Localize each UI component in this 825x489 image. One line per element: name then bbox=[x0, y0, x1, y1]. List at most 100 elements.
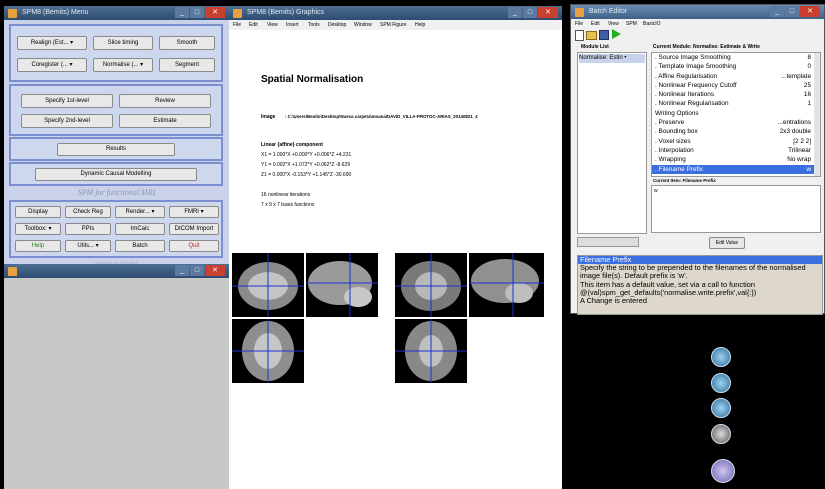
quit-button[interactable]: Quit bbox=[169, 240, 219, 252]
spm-menu-window: SPM8 (Bemits) Menu _ □ ✕ Realign (Est...… bbox=[4, 6, 229, 265]
edit-value-button[interactable]: Edit Value bbox=[709, 237, 745, 249]
titlebar[interactable]: SPM8 (Bemits) Graphics _ □ ✕ bbox=[229, 6, 562, 20]
minimize-icon[interactable]: _ bbox=[508, 7, 522, 18]
utils-dropdown[interactable]: Utils... ▾ bbox=[65, 240, 111, 252]
menu-edit[interactable]: Edit bbox=[591, 21, 600, 27]
results-button[interactable]: Results bbox=[57, 143, 175, 156]
template-coronal-view[interactable] bbox=[306, 253, 378, 317]
option-name: . Preserve bbox=[655, 119, 685, 127]
batch-button[interactable]: Batch bbox=[115, 240, 165, 252]
options-list[interactable]: . Source Image Smoothing 8. Template Imag… bbox=[651, 52, 821, 177]
segment-button[interactable]: Segment bbox=[159, 58, 215, 72]
dcm-button[interactable]: Dynamic Causal Modelling bbox=[35, 168, 197, 181]
maximize-icon[interactable]: □ bbox=[785, 6, 799, 17]
close-icon[interactable]: ✕ bbox=[205, 265, 225, 276]
run-icon[interactable] bbox=[612, 29, 621, 39]
titlebar[interactable]: _ □ ✕ bbox=[4, 264, 229, 278]
maximize-icon[interactable]: □ bbox=[523, 7, 537, 18]
menu-tools[interactable]: Tools bbox=[308, 22, 320, 28]
help-button[interactable]: Help bbox=[15, 240, 61, 252]
normalised-axial-view[interactable] bbox=[395, 319, 467, 383]
titlebar[interactable]: Batch Editor _ □ ✕ bbox=[571, 5, 824, 19]
dock-icon-2[interactable] bbox=[711, 373, 731, 393]
menu-file[interactable]: File bbox=[575, 21, 583, 27]
option-row[interactable]: Writing Options bbox=[652, 109, 820, 118]
close-icon[interactable]: ✕ bbox=[205, 7, 225, 18]
dicom-import-button[interactable]: DICOM Import bbox=[169, 223, 219, 235]
display-button[interactable]: Display bbox=[15, 206, 61, 218]
ppis-button[interactable]: PPIs bbox=[65, 223, 111, 235]
normalised-sagittal-view[interactable] bbox=[395, 253, 467, 317]
option-row[interactable]: . Voxel sizes [2 2 2] bbox=[652, 137, 820, 146]
menu-basicio[interactable]: BasicIO bbox=[643, 21, 661, 27]
template-sagittal-view[interactable] bbox=[232, 253, 304, 317]
minimize-icon[interactable]: _ bbox=[175, 7, 189, 18]
dock-icon-4[interactable] bbox=[711, 424, 731, 444]
menu-view[interactable]: View bbox=[267, 22, 278, 28]
new-file-icon[interactable] bbox=[575, 30, 584, 41]
option-row[interactable]: . Filename Prefix w bbox=[652, 164, 820, 174]
close-icon[interactable]: ✕ bbox=[800, 6, 820, 17]
check-reg-button[interactable]: Check Reg bbox=[65, 206, 111, 218]
review-button[interactable]: Review bbox=[119, 94, 211, 108]
brain-image bbox=[469, 253, 544, 317]
menu-view[interactable]: View bbox=[608, 21, 619, 27]
option-row[interactable]: . Nonlinear Frequency Cutoff 25 bbox=[652, 81, 820, 90]
image-path: : C:\Users\Benito\Desktop\Nueva carpeta\… bbox=[285, 114, 478, 119]
menu-desktop[interactable]: Desktop bbox=[328, 22, 346, 28]
open-folder-icon[interactable] bbox=[586, 31, 597, 40]
realign-dropdown[interactable]: Realign (Est... ▾ bbox=[17, 36, 87, 50]
coregister-dropdown[interactable]: Coregister (... ▾ bbox=[17, 58, 87, 72]
minimize-icon[interactable]: _ bbox=[175, 265, 189, 276]
dcm-panel: Dynamic Causal Modelling bbox=[9, 162, 223, 186]
maximize-icon[interactable]: □ bbox=[190, 7, 204, 18]
menu-help[interactable]: Help bbox=[415, 22, 425, 28]
menu-file[interactable]: File bbox=[233, 22, 241, 28]
option-row[interactable]: . Nonlinear Iterations 16 bbox=[652, 90, 820, 99]
module-list-header: Module List bbox=[581, 44, 609, 50]
option-name: . Template Image Smoothing bbox=[655, 63, 737, 71]
menu-spm-figure[interactable]: SPM Figure bbox=[380, 22, 406, 28]
render-dropdown[interactable]: Render... ▾ bbox=[115, 206, 165, 218]
image-label: Image bbox=[261, 114, 276, 120]
maximize-icon[interactable]: □ bbox=[190, 265, 204, 276]
current-item-box[interactable]: w bbox=[651, 185, 821, 233]
scrollbar[interactable] bbox=[814, 53, 820, 176]
imcalc-button[interactable]: ImCalc bbox=[115, 223, 165, 235]
smooth-button[interactable]: Smooth bbox=[159, 36, 215, 50]
option-row[interactable]: . Nonlinear Regularisation 1 bbox=[652, 99, 820, 108]
option-row[interactable]: . Template Image Smoothing 0 bbox=[652, 62, 820, 71]
menu-window[interactable]: Window bbox=[354, 22, 372, 28]
save-icon[interactable] bbox=[599, 30, 609, 40]
module-list-item[interactable]: Normalise: Estin • bbox=[579, 54, 645, 63]
close-icon[interactable]: ✕ bbox=[538, 7, 558, 18]
dock-icon-1[interactable] bbox=[711, 347, 731, 367]
slice-timing-button[interactable]: Slice timing bbox=[93, 36, 153, 50]
iterations-text: 16 nonlinear iterations bbox=[261, 192, 311, 198]
menu-spm[interactable]: SPM bbox=[626, 21, 637, 27]
fmri-dropdown[interactable]: FMRI ▾ bbox=[169, 206, 219, 218]
horizontal-scrollbar[interactable] bbox=[577, 237, 639, 247]
specify-1st-level-button[interactable]: Specify 1st-level bbox=[21, 94, 113, 108]
titlebar[interactable]: SPM8 (Bemits) Menu _ □ ✕ bbox=[4, 6, 229, 20]
dock-icon-3[interactable] bbox=[711, 398, 731, 418]
normalised-coronal-view[interactable] bbox=[469, 253, 544, 317]
dock-icon-5[interactable] bbox=[711, 459, 735, 483]
minimize-icon[interactable]: _ bbox=[770, 6, 784, 17]
specify-2nd-level-button[interactable]: Specify 2nd-level bbox=[21, 114, 113, 128]
normalise-dropdown[interactable]: Normalise (... ▾ bbox=[93, 58, 153, 72]
option-row[interactable]: . Interpolation Trilinear bbox=[652, 146, 820, 155]
option-row[interactable]: . Affine Regularisation ...template bbox=[652, 72, 820, 81]
menu-edit[interactable]: Edit bbox=[249, 22, 258, 28]
template-axial-view[interactable] bbox=[232, 319, 304, 383]
module-list[interactable]: Normalise: Estin • bbox=[577, 52, 647, 234]
menu-insert[interactable]: Insert bbox=[286, 22, 299, 28]
option-row[interactable]: . Wrapping No wrap bbox=[652, 155, 820, 164]
option-row[interactable]: . Bounding box 2x3 double bbox=[652, 127, 820, 136]
estimate-button[interactable]: Estimate bbox=[119, 114, 211, 128]
option-row[interactable]: . Source Image Smoothing 8 bbox=[652, 53, 820, 62]
model-panel: Specify 1st-level Review Specify 2nd-lev… bbox=[9, 84, 223, 136]
equation-x: X1 = 1.000*X +0.000*Y +0.006*Z +4.231 bbox=[261, 152, 352, 158]
option-row[interactable]: . Preserve ...entrations bbox=[652, 118, 820, 127]
toolbox-dropdown[interactable]: Toolbox: ▾ bbox=[15, 223, 61, 235]
